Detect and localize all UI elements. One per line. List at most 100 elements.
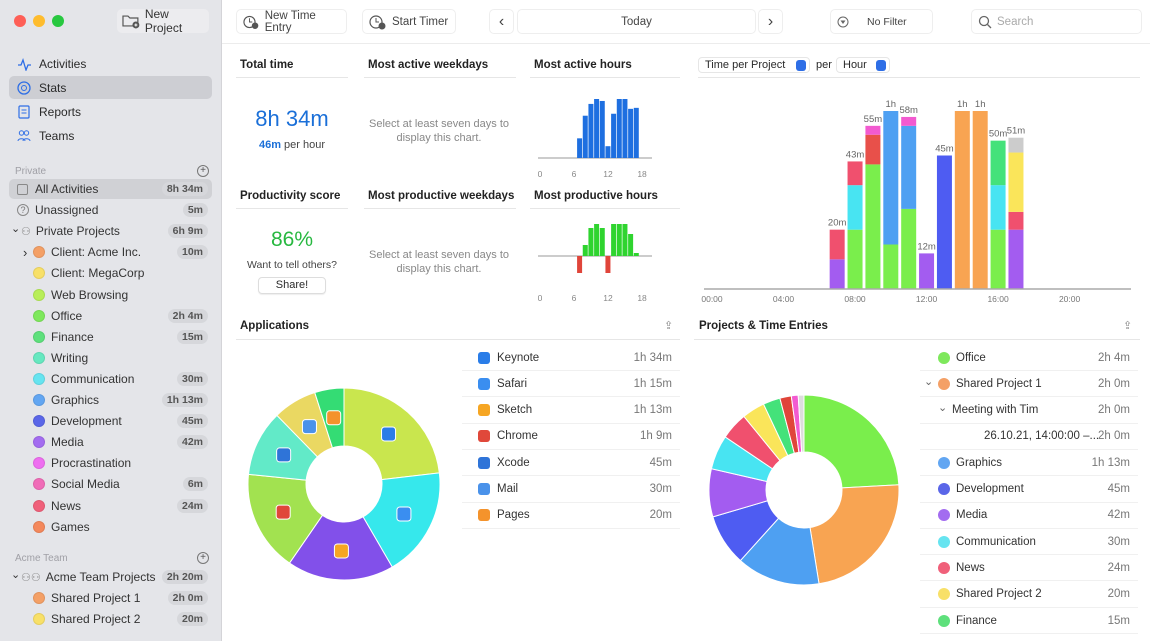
sidebar-project-news[interactable]: News 24m bbox=[9, 496, 212, 516]
bar bbox=[594, 99, 600, 158]
bar-label: 51m bbox=[1007, 126, 1026, 137]
application-row[interactable]: Keynote 1h 34m bbox=[462, 345, 680, 371]
chevron-down-icon[interactable]: ⌄ bbox=[11, 568, 21, 581]
sidebar-item-stats[interactable]: Stats bbox=[9, 76, 212, 99]
question-circle-icon: ? bbox=[17, 204, 29, 217]
sidebar-project-all-activities[interactable]: All Activities 8h 34m bbox=[9, 179, 212, 199]
project-label: News bbox=[51, 498, 82, 513]
bar bbox=[622, 99, 628, 158]
applications-donut bbox=[247, 387, 441, 581]
per-label: per bbox=[816, 59, 832, 71]
share-icon[interactable]: ⇪ bbox=[1123, 319, 1132, 332]
metric-select[interactable]: Time per Project bbox=[698, 57, 810, 73]
sidebar-item-teams[interactable]: Teams bbox=[9, 124, 212, 147]
sidebar-project-web-browsing[interactable]: Web Browsing bbox=[9, 285, 212, 305]
sidebar-project-private-projects[interactable]: ⌄ ⚇ Private Projects 6h 9m bbox=[9, 221, 212, 241]
tick-label: 16:00 bbox=[987, 294, 1009, 304]
color-dot-icon bbox=[33, 457, 45, 470]
project-row[interactable]: Communication 30m bbox=[920, 529, 1138, 556]
sidebar-project-unassigned[interactable]: ? Unassigned 5m bbox=[9, 200, 212, 220]
bar bbox=[633, 107, 639, 158]
chrome-icon bbox=[275, 504, 291, 520]
new-project-button[interactable]: New Project bbox=[117, 7, 209, 35]
section-label-private: Private bbox=[15, 166, 47, 177]
close-window-button[interactable] bbox=[14, 15, 26, 27]
sidebar-project-graphics[interactable]: Graphics 1h 13m bbox=[9, 390, 212, 410]
sidebar-project-shared-project-1[interactable]: Shared Project 1 2h 0m bbox=[9, 588, 212, 608]
sidebar-project-acme-team-projects[interactable]: ⌄ ⚇⚇ Acme Team Projects 2h 20m bbox=[9, 567, 212, 587]
project-duration: 2h 0m bbox=[1098, 404, 1130, 417]
bar bbox=[582, 245, 588, 256]
sidebar-project-games[interactable]: Games bbox=[9, 517, 212, 537]
sidebar-project-client-megacorp[interactable]: Client: MegaCorp bbox=[9, 263, 212, 283]
start-timer-button[interactable]: Start Timer bbox=[362, 9, 456, 34]
color-dot-icon bbox=[33, 478, 45, 491]
project-row[interactable]: Finance 15m bbox=[920, 608, 1138, 634]
project-row[interactable]: Shared Project 2 20m bbox=[920, 582, 1138, 608]
share-icon[interactable]: ⇪ bbox=[664, 319, 673, 332]
sidebar-project-office[interactable]: Office 2h 4m bbox=[9, 306, 212, 326]
chevron-down-icon[interactable]: ⌄ bbox=[924, 375, 938, 388]
sidebar-project-finance[interactable]: Finance 15m bbox=[9, 327, 212, 347]
project-name: Shared Project 2 bbox=[956, 588, 1042, 601]
project-row[interactable]: ⌄ Shared Project 1 2h 0m bbox=[920, 371, 1138, 398]
color-dot-icon bbox=[938, 351, 950, 364]
project-row[interactable]: Media 42m bbox=[920, 503, 1138, 529]
color-dot-icon bbox=[33, 267, 45, 280]
filter-button[interactable]: No Filter bbox=[830, 9, 933, 34]
sidebar-project-shared-project-2[interactable]: Shared Project 2 20m bbox=[9, 609, 212, 629]
bar-label: 1h bbox=[957, 99, 968, 110]
application-row[interactable]: Chrome 1h 9m bbox=[462, 424, 680, 450]
color-dot-icon bbox=[938, 456, 950, 469]
project-row[interactable]: ⌄ Meeting with Tim 2h 0m bbox=[920, 398, 1138, 424]
chevron-down-icon[interactable]: ⌄ bbox=[938, 401, 952, 414]
application-row[interactable]: Pages 20m bbox=[462, 503, 680, 529]
application-name: Mail bbox=[497, 483, 519, 495]
application-row[interactable]: Sketch 1h 13m bbox=[462, 398, 680, 424]
zoom-window-button[interactable] bbox=[52, 15, 64, 27]
add-private-project-button[interactable]: + bbox=[197, 165, 209, 177]
person-icon: ⚇ bbox=[21, 225, 31, 238]
project-label: Web Browsing bbox=[51, 287, 129, 302]
pages-icon bbox=[326, 410, 342, 426]
application-name: Safari bbox=[497, 377, 528, 390]
add-team-project-button[interactable]: + bbox=[197, 552, 209, 564]
bar-label: 20m bbox=[828, 218, 847, 229]
next-day-button[interactable]: › bbox=[758, 9, 783, 34]
previous-day-button[interactable]: ‹ bbox=[489, 9, 514, 34]
share-prompt: Want to tell others? bbox=[246, 259, 338, 271]
chevron-down-icon[interactable]: ⌄ bbox=[11, 222, 21, 235]
unit-select[interactable]: Hour bbox=[836, 57, 890, 73]
tick-label: 20:00 bbox=[1059, 294, 1081, 304]
project-row[interactable]: Graphics 1h 13m bbox=[920, 450, 1138, 477]
project-row[interactable]: 26.10.21, 14:00:00 –... 2h 0m bbox=[920, 424, 1138, 450]
minimize-window-button[interactable] bbox=[33, 15, 45, 27]
sidebar-project-media[interactable]: Media 42m bbox=[9, 432, 212, 452]
application-row[interactable]: Xcode 45m bbox=[462, 450, 680, 477]
productivity-title: Productivity score bbox=[240, 190, 341, 202]
color-dot-icon bbox=[938, 561, 950, 574]
sidebar-project-development[interactable]: Development 45m bbox=[9, 411, 212, 431]
search-input[interactable]: Search bbox=[971, 9, 1142, 34]
rate-value: 46m bbox=[258, 139, 281, 151]
date-range-button[interactable]: Today bbox=[517, 9, 756, 34]
sidebar-project-procrastination[interactable]: Procrastination bbox=[9, 453, 212, 473]
project-row[interactable]: Office 2h 4m bbox=[920, 345, 1138, 371]
project-row[interactable]: Development 45m bbox=[920, 477, 1138, 503]
color-dot-icon bbox=[938, 614, 950, 627]
new-time-entry-button[interactable]: New Time Entry bbox=[236, 9, 347, 34]
sidebar-project-client-acme-inc-[interactable]: › Client: Acme Inc. 10m bbox=[9, 242, 212, 262]
application-row[interactable]: Safari 1h 15m bbox=[462, 371, 680, 398]
sidebar-item-reports[interactable]: Reports bbox=[9, 100, 212, 123]
application-row[interactable]: Mail 30m bbox=[462, 477, 680, 503]
project-duration: 20m bbox=[1107, 588, 1130, 601]
sidebar-project-communication[interactable]: Communication 30m bbox=[9, 369, 212, 389]
sidebar-item-activities[interactable]: Activities bbox=[9, 52, 212, 75]
project-label: All Activities bbox=[35, 182, 99, 196]
chevron-right-icon: › bbox=[23, 244, 28, 260]
sidebar-project-social-media[interactable]: Social Media 6m bbox=[9, 474, 212, 494]
clock-plus-icon bbox=[243, 15, 259, 29]
sidebar-project-writing[interactable]: Writing bbox=[9, 348, 212, 368]
project-row[interactable]: News 24m bbox=[920, 555, 1138, 582]
share-button[interactable]: Share! bbox=[258, 277, 326, 294]
